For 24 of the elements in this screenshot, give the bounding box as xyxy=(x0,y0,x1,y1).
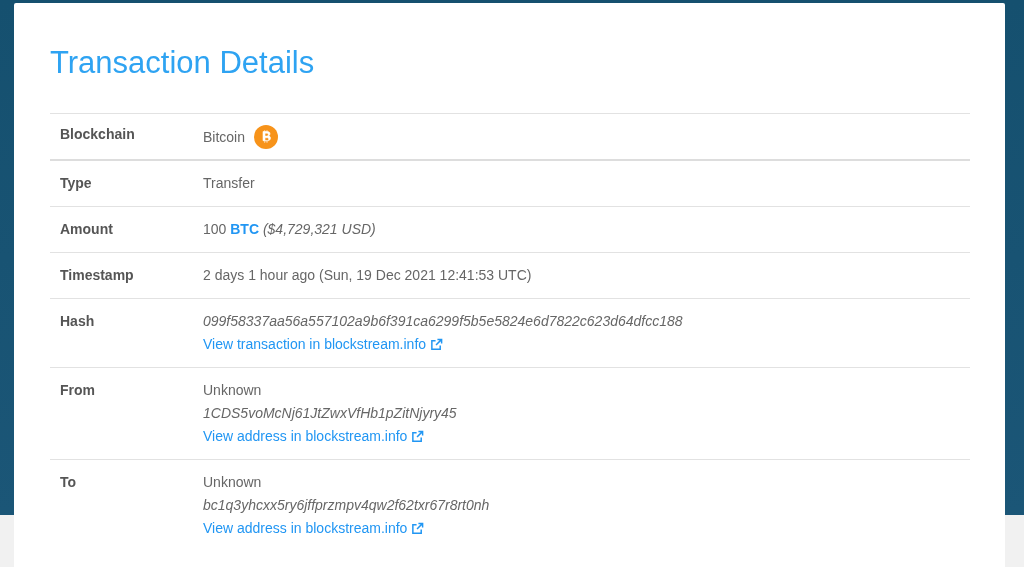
field-value: 2 days 1 hour ago (Sun, 19 Dec 2021 12:41:53 UTC) xyxy=(203,266,532,285)
field-label: Type xyxy=(59,174,93,193)
field-value: Transfer xyxy=(203,174,255,193)
bitcoin-icon xyxy=(254,125,279,149)
field-label: Blockchain xyxy=(59,125,136,144)
field-value: Unknown xyxy=(203,381,263,400)
field-label: From xyxy=(59,381,96,400)
external-link[interactable]: View transaction in blockstream.info xyxy=(203,335,444,354)
external-link[interactable]: View address in blockstream.info xyxy=(203,427,425,446)
page-title: Transaction Details xyxy=(50,45,316,81)
field-label: Amount xyxy=(59,220,114,239)
field-label: Hash xyxy=(59,312,96,331)
hash-value: 1CDS5voMcNj61JtZwxVfHb1pZitNjyry45 xyxy=(203,404,457,423)
hash-value: 099f58337aa56a557102a9b6f391ca6299f5b5e5824e6d7822c623d64dfcc188 xyxy=(203,312,683,331)
external-link-icon xyxy=(411,430,425,443)
field-value: Unknown xyxy=(203,473,263,492)
external-link[interactable]: View address in blockstream.info xyxy=(203,519,425,538)
external-link-icon xyxy=(430,338,444,351)
amount-value: 100 BTC ($4,729,321 USD) xyxy=(203,220,376,239)
hash-value: bc1q3yhcxx5ry6jffprzmpv4qw2f62txr67r8rt0nh xyxy=(203,496,490,515)
field-label: To xyxy=(59,473,78,492)
external-link-icon xyxy=(411,522,425,535)
field-label: Timestamp xyxy=(59,266,135,285)
field-value: Bitcoin xyxy=(203,127,246,147)
